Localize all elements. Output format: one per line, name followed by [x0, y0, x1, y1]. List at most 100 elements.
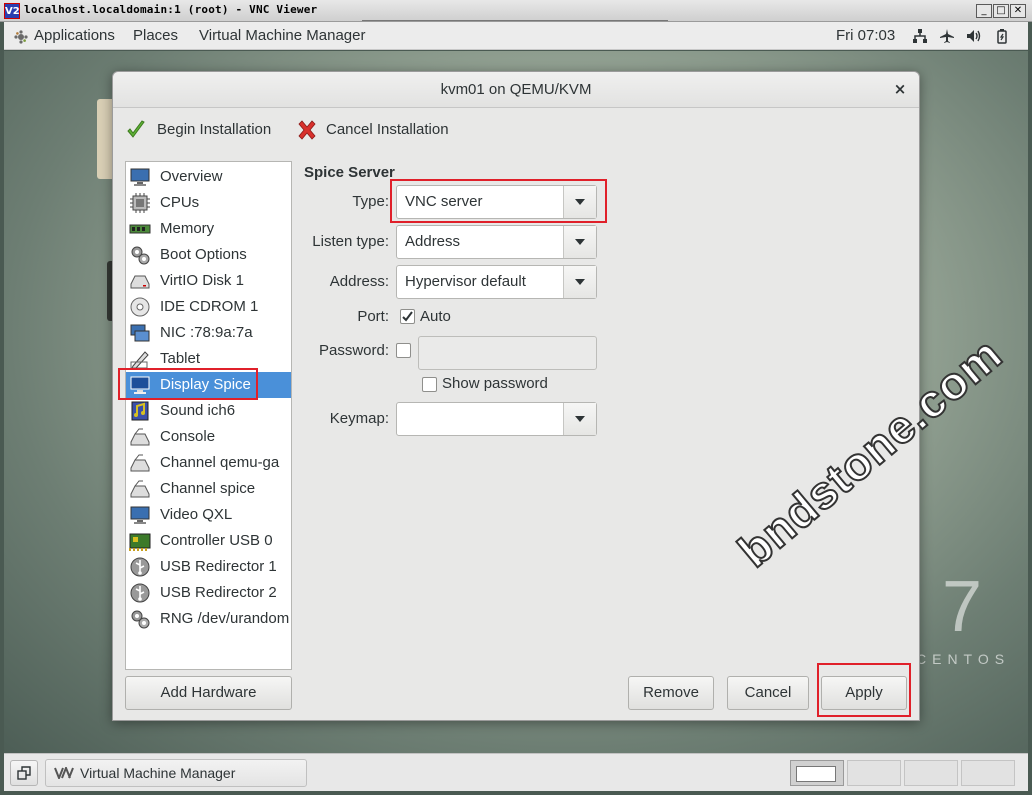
type-combo[interactable]: VNC server — [396, 185, 597, 219]
sidebar-item-label: USB Redirector 2 — [160, 584, 277, 601]
sidebar-item-memory[interactable]: Memory — [126, 216, 291, 242]
password-checkbox[interactable] — [396, 343, 411, 358]
sidebar-item-label: Overview — [160, 168, 223, 185]
show-password-checkbox[interactable] — [422, 377, 437, 392]
dialog-title: kvm01 on QEMU/KVM — [440, 81, 592, 98]
keymap-label: Keymap: — [329, 410, 389, 427]
workspace-window-preview — [796, 766, 836, 782]
vnc-maximize-button[interactable]: □ — [993, 4, 1009, 18]
video-icon — [130, 506, 150, 524]
sidebar-item-virtio-disk-1[interactable]: VirtIO Disk 1 — [126, 268, 291, 294]
sidebar-item-sound-ich6[interactable]: Sound ich6 — [126, 398, 291, 424]
sidebar-item-cpus[interactable]: CPUs — [126, 190, 291, 216]
password-label: Password: — [318, 342, 389, 359]
show-desktop-button[interactable] — [10, 760, 38, 786]
sidebar-item-label: Display Spice — [160, 376, 251, 393]
gears-icon — [131, 246, 150, 265]
chevron-down-icon — [575, 416, 585, 422]
remove-button[interactable]: Remove — [628, 676, 714, 710]
sidebar-item-nic-78-9a-7a[interactable]: NIC :78:9a:7a — [126, 320, 291, 346]
sidebar-item-controller-usb-0[interactable]: Controller USB 0 — [126, 528, 291, 554]
red-x-icon — [298, 120, 316, 140]
usb-icon — [130, 583, 150, 603]
password-field[interactable] — [418, 336, 597, 370]
usb-icon — [130, 557, 150, 577]
workspace-2[interactable] — [847, 760, 901, 786]
applications-menu[interactable]: Applications — [34, 27, 115, 44]
apply-button[interactable]: Apply — [821, 676, 907, 710]
chevron-down-icon — [575, 279, 585, 285]
sidebar-item-label: Video QXL — [160, 506, 233, 523]
checkmark-icon — [402, 311, 413, 322]
sidebar-item-ide-cdrom-1[interactable]: IDE CDROM 1 — [126, 294, 291, 320]
places-menu[interactable]: Places — [133, 27, 178, 44]
channel-icon — [130, 480, 150, 498]
sidebar-item-display-spice[interactable]: Display Spice — [126, 372, 291, 398]
cpu-icon — [130, 193, 150, 213]
vmm-app-menu[interactable]: Virtual Machine Manager — [199, 27, 365, 44]
volume-icon[interactable] — [966, 28, 982, 44]
power-icon[interactable] — [994, 28, 1010, 44]
gnome-top-bar: Applications Places Virtual Machine Mana… — [4, 22, 1028, 50]
sidebar-item-channel-spice[interactable]: Channel spice — [126, 476, 291, 502]
monitor-icon — [130, 168, 150, 186]
port-auto-label: Auto — [420, 308, 451, 325]
address-label: Address: — [329, 273, 389, 290]
address-dropdown-button[interactable] — [563, 266, 596, 298]
taskbar-item-label: Virtual Machine Manager — [80, 765, 236, 781]
vnc-title-divider — [362, 20, 668, 21]
sidebar-item-channel-qemu-ga[interactable]: Channel qemu-ga — [126, 450, 291, 476]
sidebar-item-video-qxl[interactable]: Video QXL — [126, 502, 291, 528]
sidebar-item-tablet[interactable]: Tablet — [126, 346, 291, 372]
sidebar-item-console[interactable]: Console — [126, 424, 291, 450]
listen-type-combo[interactable]: Address — [396, 225, 597, 259]
clock[interactable]: Fri 07:03 — [836, 27, 895, 44]
sidebar-item-label: IDE CDROM 1 — [160, 298, 259, 315]
dialog-close-button[interactable]: × — [891, 80, 909, 98]
hardware-list[interactable]: Overview CPUs Memory Boot Options VirtIO Dis… — [125, 161, 292, 670]
centos-wordmark: CENTOS — [916, 651, 1011, 667]
vnc-window-title: localhost.localdomain:1 (root) - VNC Vie… — [24, 3, 318, 16]
keymap-combo[interactable] — [396, 402, 597, 436]
listen-type-value: Address — [405, 233, 461, 250]
network-icon[interactable] — [912, 28, 928, 44]
workspace-4[interactable] — [961, 760, 1015, 786]
port-auto-checkbox[interactable] — [400, 309, 415, 324]
add-hardware-button[interactable]: Add Hardware — [125, 676, 292, 710]
centos-version-logo: 7 — [942, 567, 983, 647]
chevron-down-icon — [575, 239, 585, 245]
taskbar-item-vmm[interactable]: Virtual Machine Manager — [45, 759, 307, 787]
begin-installation-button[interactable]: Begin Installation — [123, 118, 283, 142]
workspace-1[interactable] — [790, 760, 844, 786]
port-label: Port: — [357, 308, 389, 325]
cancel-installation-label: Cancel Installation — [326, 121, 449, 138]
sidebar-item-usb-redirector-2[interactable]: USB Redirector 2 — [126, 580, 291, 606]
dialog-titlebar[interactable]: kvm01 on QEMU/KVM × — [113, 72, 919, 108]
sidebar-item-boot-options[interactable]: Boot Options — [126, 242, 291, 268]
keymap-dropdown-button[interactable] — [563, 403, 596, 435]
vnc-logo-icon: V2 — [4, 3, 20, 19]
sidebar-item-label: CPUs — [160, 194, 200, 211]
sidebar-item-label: NIC :78:9a:7a — [160, 324, 253, 341]
sidebar-item-label: Channel spice — [160, 480, 256, 497]
vnc-close-button[interactable]: ✕ — [1010, 4, 1026, 18]
cancel-installation-button[interactable]: Cancel Installation — [293, 118, 463, 142]
vnc-minimize-button[interactable]: _ — [976, 4, 992, 18]
workspace-3[interactable] — [904, 760, 958, 786]
disk-icon — [130, 275, 150, 289]
type-dropdown-button[interactable] — [563, 186, 596, 218]
listen-type-label: Listen type: — [312, 233, 389, 250]
taskbar: Virtual Machine Manager — [4, 753, 1028, 791]
address-combo[interactable]: Hypervisor default — [396, 265, 597, 299]
airplane-icon[interactable] — [939, 28, 955, 44]
sidebar-item-overview[interactable]: Overview — [126, 164, 291, 190]
sidebar-item-label: VirtIO Disk 1 — [160, 272, 244, 289]
listen-type-dropdown-button[interactable] — [563, 226, 596, 258]
sidebar-item-rng-dev-urandom[interactable]: RNG /dev/urandom — [126, 606, 291, 632]
sidebar-item-usb-redirector-1[interactable]: USB Redirector 1 — [126, 554, 291, 580]
cancel-button[interactable]: Cancel — [727, 676, 809, 710]
memory-icon — [129, 224, 151, 234]
sidebar-item-label: Channel qemu-ga — [160, 454, 280, 471]
channel-icon — [130, 454, 150, 472]
sidebar-item-label: Boot Options — [160, 246, 247, 263]
